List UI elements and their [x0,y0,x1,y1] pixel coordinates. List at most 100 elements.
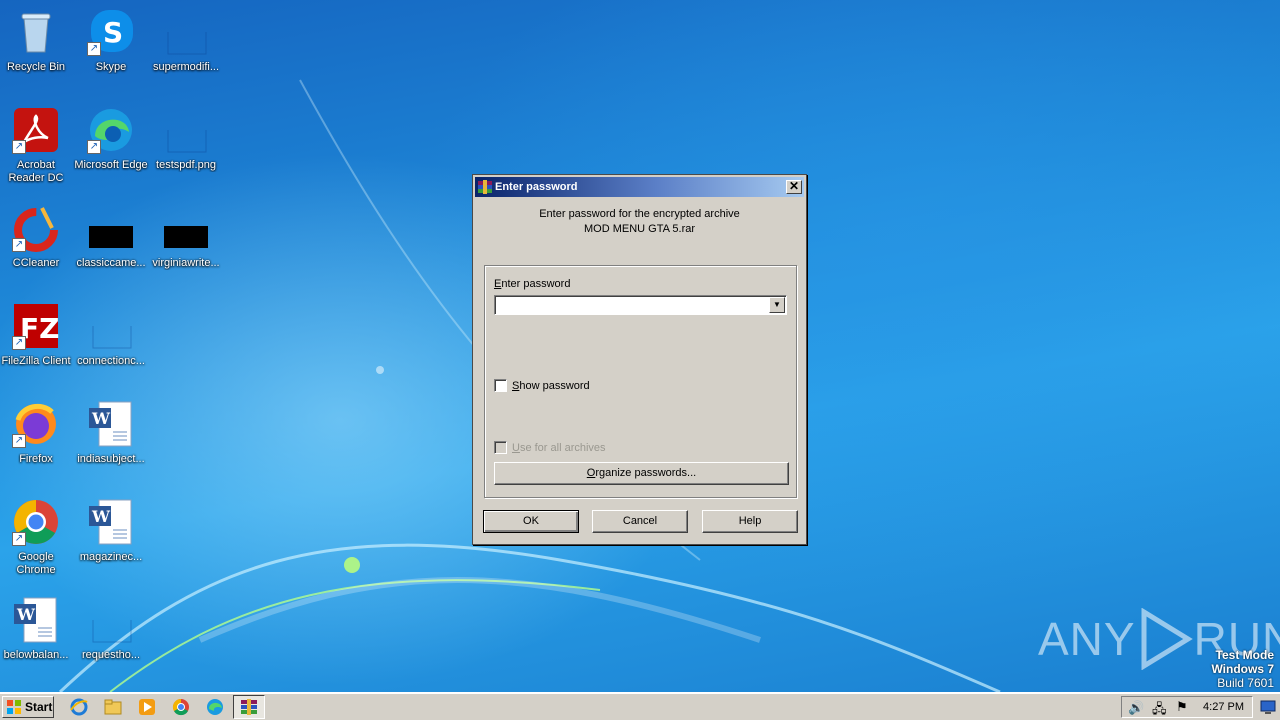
show-password-checkbox[interactable] [494,379,507,392]
file-thumbnail-icon [162,106,210,154]
shortcut-arrow-icon: ↗ [12,238,26,252]
desktop-icon-label: connectionc... [77,355,145,367]
shortcut-arrow-icon: ↗ [87,42,101,56]
media-player-icon[interactable] [138,698,156,716]
windows-version-line: Windows 7 [1211,662,1274,676]
acrobat-icon: ↗ [12,106,60,154]
internet-explorer-icon[interactable] [70,698,88,716]
dialog-titlebar[interactable]: Enter password ✕ [475,177,804,197]
ccleaner-icon: ↗ [12,204,60,252]
flag-icon[interactable]: ⚑ [1176,699,1188,715]
password-label: Enter password [494,278,571,290]
watermark-brand-left: ANY [1038,613,1136,665]
use-for-all-archives-label: Use for all archives [512,441,606,454]
image-thumbnail-icon [87,204,135,252]
help-button[interactable]: Help [702,510,798,533]
image-thumbnail-icon [162,204,210,252]
winrar-icon [478,180,492,194]
desktop: Recycle Bin ↗ Acrobat Reader DC ↗ CClean… [0,0,1280,692]
shortcut-arrow-icon: ↗ [12,434,26,448]
desktop-icon-label: requestho... [81,649,141,661]
shortcut-arrow-icon: ↗ [87,140,101,154]
volume-icon[interactable]: 🔊 [1128,700,1144,716]
desktop-icon-label: Acrobat Reader DC [8,159,64,184]
edge-icon: ↗ [87,106,135,154]
desktop-icon-label: CCleaner [12,257,60,269]
chrome-icon: ↗ [12,498,60,546]
desktop-icon-label: Firefox [19,453,53,465]
shortcut-arrow-icon: ↗ [12,532,26,546]
chevron-down-icon: ▼ [773,300,781,309]
file-thumbnail-icon [87,302,135,350]
svg-text:W: W [91,409,111,428]
desktop-icon-indiasubject[interactable]: W indiasubject... [73,396,149,488]
start-label: Start [25,700,53,714]
ok-button[interactable]: OK [483,510,579,533]
desktop-icon-supermodifi[interactable]: supermodifi... [148,4,224,96]
desktop-icon-label: FileZilla Client [1,355,71,367]
desktop-icon-firefox[interactable]: ↗ Firefox [0,396,74,488]
file-thumbnail-icon [162,8,210,56]
shortcut-arrow-icon: ↗ [12,336,26,350]
desktop-icon-testspdf[interactable]: testspdf.png [148,102,224,194]
desktop-icon-requestho[interactable]: requestho... [73,592,149,684]
desktop-icon-label: Google Chrome [16,551,56,576]
firefox-icon: ↗ [12,400,60,448]
desktop-icon-classiccame[interactable]: classiccame... [73,200,149,292]
winrar-icon [241,699,257,715]
desktop-icon-magazinec[interactable]: W magazinec... [73,494,149,586]
skype-icon: S ↗ [87,8,135,56]
show-desktop-icon[interactable] [1258,696,1278,718]
desktop-icon-chrome[interactable]: ↗ Google Chrome [0,494,74,586]
test-mode-notice: Test Mode Windows 7 Build 7601 [1211,648,1274,690]
desktop-icon-recycle-bin[interactable]: Recycle Bin [0,4,74,96]
taskbar-winrar-button[interactable] [233,695,265,719]
taskbar: Start 🔊 🖧 ⚑ 4:27 PM [0,692,1280,720]
word-document-icon: W [87,400,135,448]
password-combobox[interactable]: ▼ [494,295,787,315]
word-document-icon: W [87,498,135,546]
desktop-icon-label: Skype [95,61,127,73]
password-group-box: Enter password ▼ Show password Use for a… [484,265,797,498]
desktop-icon-label: virginiawrite... [152,257,220,269]
clock[interactable]: 4:27 PM [1203,701,1244,713]
desktop-icon-label: belowbalan... [3,649,69,661]
show-password-label: Show password [512,379,590,392]
desktop-icon-virginiawrite[interactable]: virginiawrite... [148,200,224,292]
chrome-icon[interactable] [172,698,190,716]
file-explorer-icon[interactable] [104,698,122,716]
desktop-icon-label: Recycle Bin [6,61,66,73]
enter-password-dialog: Enter password ✕ Enter password for the … [472,174,807,545]
word-document-icon: W [12,596,60,644]
start-button[interactable]: Start [2,696,54,718]
show-password-checkbox-row[interactable]: Show password [494,379,590,392]
close-button[interactable]: ✕ [786,180,802,194]
system-tray: 🔊 🖧 ⚑ 4:27 PM [1121,696,1253,718]
password-dropdown-button[interactable]: ▼ [769,297,785,313]
desktop-icon-label: classiccame... [76,257,146,269]
filezilla-icon: FZ ↗ [12,302,60,350]
cancel-button[interactable]: Cancel [592,510,688,533]
organize-passwords-button[interactable]: Organize passwords... [494,462,789,485]
desktop-icon-label: magazinec... [79,551,143,563]
svg-text:W: W [16,605,36,624]
windows-logo-icon [7,700,21,714]
desktop-icon-connectionc[interactable]: connectionc... [73,298,149,390]
desktop-icon-ccleaner[interactable]: ↗ CCleaner [0,200,74,292]
use-for-all-archives-row: Use for all archives [494,441,606,454]
test-mode-line: Test Mode [1215,648,1274,662]
desktop-icon-skype[interactable]: S ↗ Skype [73,4,149,96]
network-icon[interactable]: 🖧 [1152,700,1167,720]
desktop-icon-label: testspdf.png [156,159,216,171]
dialog-message-line: Enter password for the encrypted archive [539,208,740,220]
desktop-icon-acrobat[interactable]: ↗ Acrobat Reader DC [0,102,74,194]
edge-icon[interactable] [206,698,224,716]
desktop-icon-edge[interactable]: ↗ Microsoft Edge [73,102,149,194]
play-icon [1141,608,1193,670]
dialog-title: Enter password [495,181,578,193]
desktop-icon-label: indiasubject... [77,453,145,465]
svg-text:S: S [103,16,123,49]
desktop-icon-belowbalan[interactable]: W belowbalan... [0,592,74,684]
shortcut-arrow-icon: ↗ [12,140,26,154]
desktop-icon-filezilla[interactable]: FZ ↗ FileZilla Client [0,298,74,390]
